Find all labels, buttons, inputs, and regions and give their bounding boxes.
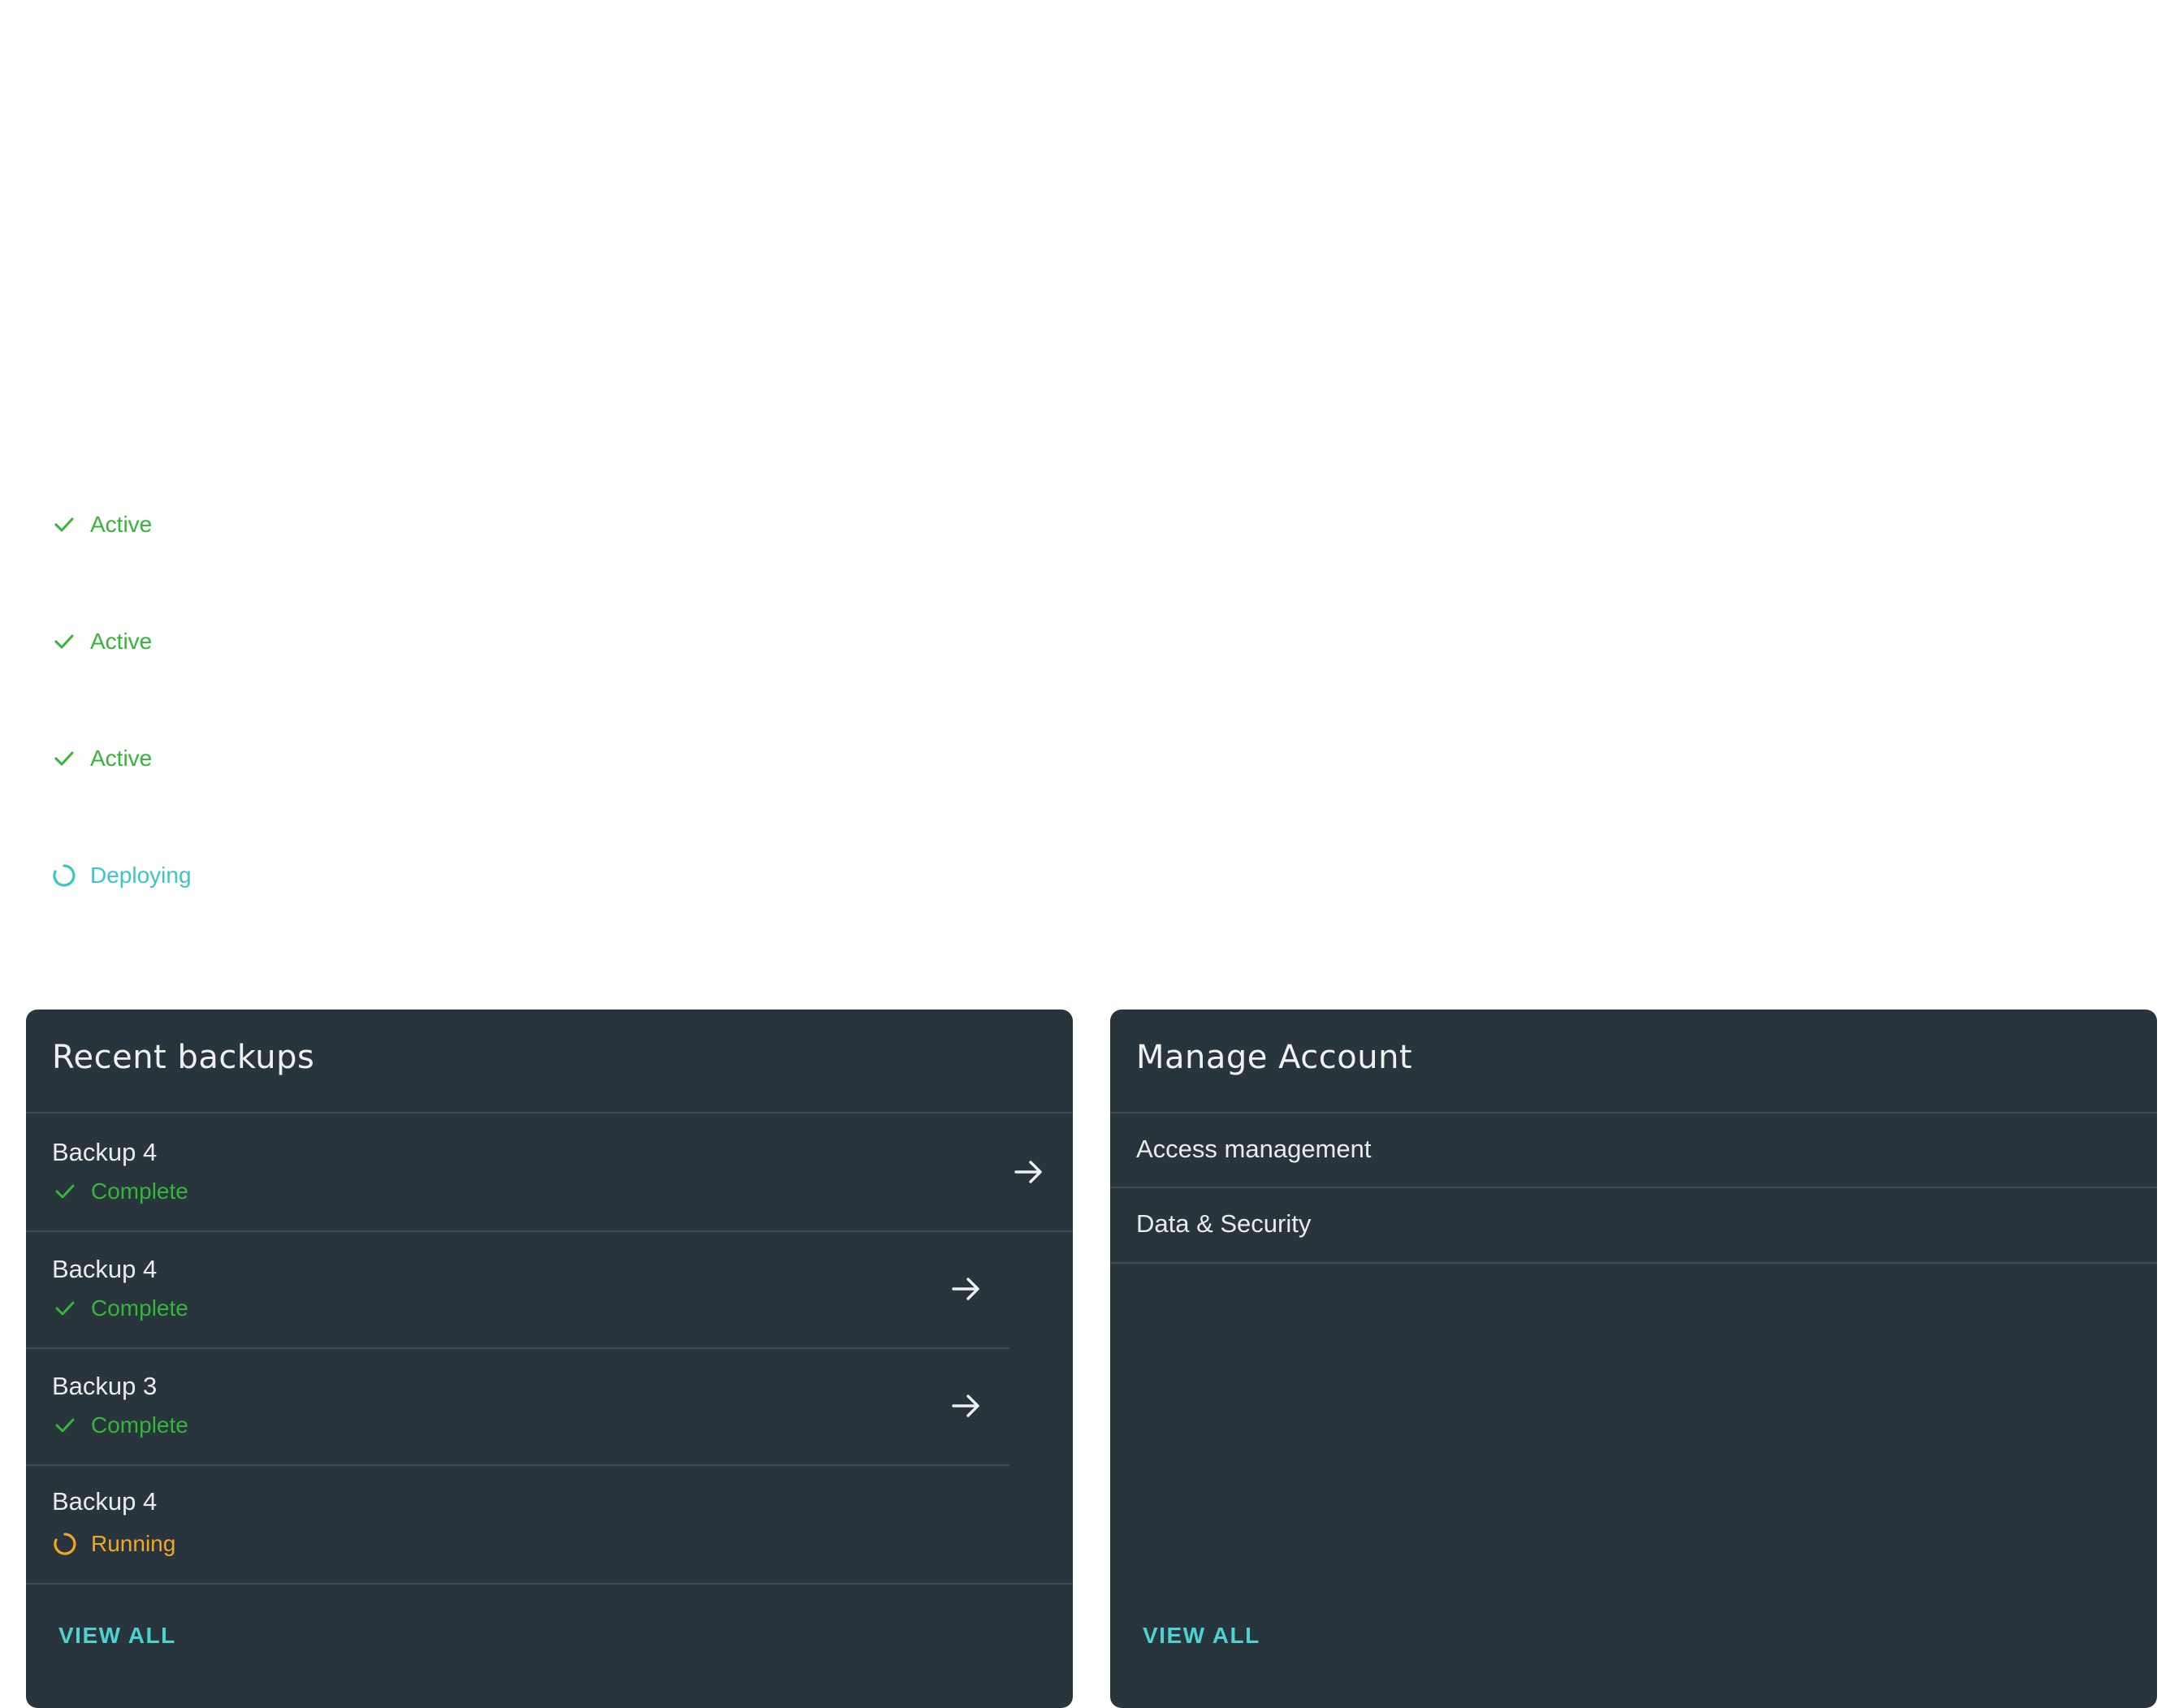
backup-row[interactable]: Backup 3 Complete [26, 1347, 1073, 1464]
backup-status: Complete [52, 1178, 188, 1204]
status-label: Active [90, 746, 153, 771]
divider [1110, 1262, 2157, 1264]
arrow-right-icon[interactable] [949, 1388, 984, 1424]
backup-name: Backup 4 [52, 1138, 158, 1166]
view-all-link[interactable]: VIEW ALL [58, 1623, 176, 1649]
view-all-link[interactable]: VIEW ALL [1143, 1623, 1260, 1649]
status-item: Active [51, 621, 152, 662]
check-icon [51, 512, 77, 538]
backup-status: Complete [52, 1295, 188, 1321]
backup-row[interactable]: Backup 4 Running [26, 1464, 1073, 1581]
check-icon [51, 629, 77, 655]
arrow-right-icon[interactable] [1011, 1154, 1047, 1190]
backup-status-label: Running [91, 1531, 176, 1556]
check-icon [52, 1295, 78, 1321]
backup-name: Backup 4 [52, 1487, 158, 1516]
recent-backups-card: Recent backups Backup 4 Complete Backup … [26, 1010, 1073, 1708]
status-item: Active [51, 504, 152, 545]
status-label: Active [90, 629, 153, 654]
status-item: Deploying [51, 855, 192, 896]
backup-status-label: Complete [91, 1295, 188, 1321]
spinner-icon [51, 863, 77, 889]
check-icon [51, 746, 77, 772]
manage-account-card: Manage Account Access management Data & … [1110, 1010, 2157, 1708]
backup-name: Backup 3 [52, 1372, 158, 1400]
menu-item-access-management[interactable]: Access management [1110, 1113, 2157, 1188]
backup-row[interactable]: Backup 4 Complete [26, 1113, 1073, 1230]
backup-row[interactable]: Backup 4 Complete [26, 1230, 1073, 1347]
status-list: Active Active Active Deploying [0, 0, 2183, 975]
menu-item-data-security[interactable]: Data & Security [1110, 1188, 2157, 1263]
menu-item-label: Data & Security [1136, 1209, 1312, 1238]
divider [26, 1583, 1073, 1585]
backup-status-label: Complete [91, 1178, 188, 1204]
status-label: Deploying [90, 863, 192, 888]
backup-status-label: Complete [91, 1412, 188, 1438]
spinner-icon [52, 1531, 78, 1557]
status-item: Active [51, 738, 152, 779]
card-title: Recent backups [52, 1039, 315, 1076]
arrow-right-icon[interactable] [949, 1271, 984, 1307]
card-title: Manage Account [1136, 1039, 1413, 1076]
backup-status: Running [52, 1531, 175, 1557]
status-label: Active [90, 512, 153, 537]
check-icon [52, 1412, 78, 1438]
check-icon [52, 1178, 78, 1204]
backup-name: Backup 4 [52, 1255, 158, 1283]
menu-item-label: Access management [1136, 1135, 1372, 1163]
backup-status: Complete [52, 1412, 188, 1438]
